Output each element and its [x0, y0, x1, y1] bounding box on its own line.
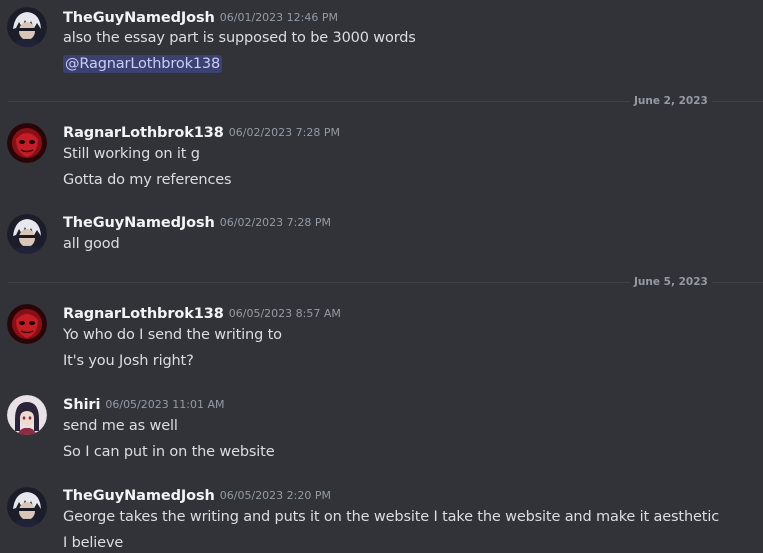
avatar[interactable]	[7, 304, 47, 344]
avatar[interactable]	[7, 395, 47, 435]
timestamp: 06/05/2023 8:57 AM	[228, 307, 341, 320]
avatar[interactable]	[7, 123, 47, 163]
message-text: George takes the writing and puts it on …	[63, 509, 720, 525]
message-header: RagnarLothbrok138 06/05/2023 8:57 AM	[63, 303, 341, 323]
message-text: send me as well	[63, 418, 178, 434]
avatar[interactable]	[7, 7, 47, 47]
username[interactable]: Shiri	[63, 397, 100, 413]
user-mention[interactable]: @RagnarLothbrok138	[63, 55, 223, 73]
white-haired-character-avatar-icon	[7, 214, 47, 254]
avatar[interactable]	[7, 214, 47, 254]
message-text: also the essay part is supposed to be 30…	[63, 30, 416, 46]
username[interactable]: TheGuyNamedJosh	[63, 488, 215, 504]
message-header: RagnarLothbrok138 06/02/2023 7:28 PM	[63, 122, 340, 142]
message-line: @RagnarLothbrok138	[63, 54, 223, 74]
username[interactable]: TheGuyNamedJosh	[63, 10, 215, 26]
message-text: Yo who do I send the writing to	[63, 327, 282, 343]
date-divider-label: June 5, 2023	[630, 275, 712, 289]
chat-messages: TheGuyNamedJosh 06/01/2023 12:46 PM also …	[0, 0, 763, 553]
message-text: Still working on it g	[63, 146, 200, 162]
timestamp: 06/01/2023 12:46 PM	[219, 11, 338, 24]
red-mask-avatar-icon	[7, 123, 47, 163]
red-mask-avatar-icon	[7, 304, 47, 344]
message-header: TheGuyNamedJosh 06/02/2023 7:28 PM	[63, 212, 331, 232]
white-haired-character-avatar-icon	[7, 487, 47, 527]
avatar[interactable]	[7, 487, 47, 527]
timestamp: 06/02/2023 7:28 PM	[219, 216, 332, 229]
message-header: TheGuyNamedJosh 06/05/2023 2:20 PM	[63, 485, 331, 505]
message-text: I believe	[63, 535, 124, 551]
message-text: all good	[63, 236, 120, 252]
timestamp: 06/05/2023 11:01 AM	[105, 398, 225, 411]
message-header: TheGuyNamedJosh 06/01/2023 12:46 PM	[63, 7, 338, 27]
message-header: Shiri 06/05/2023 11:01 AM	[63, 394, 224, 414]
date-divider-label: June 2, 2023	[630, 94, 712, 108]
anime-girl-avatar-icon	[7, 395, 47, 435]
message-text: It's you Josh right?	[63, 353, 194, 369]
timestamp: 06/05/2023 2:20 PM	[219, 489, 332, 502]
username[interactable]: RagnarLothbrok138	[63, 306, 224, 322]
username[interactable]: RagnarLothbrok138	[63, 125, 224, 141]
message-text: So I can put in on the website	[63, 444, 275, 460]
timestamp: 06/02/2023 7:28 PM	[228, 126, 340, 139]
username[interactable]: TheGuyNamedJosh	[63, 215, 215, 231]
white-haired-character-avatar-icon	[7, 7, 47, 47]
message-text: Gotta do my references	[63, 172, 232, 188]
